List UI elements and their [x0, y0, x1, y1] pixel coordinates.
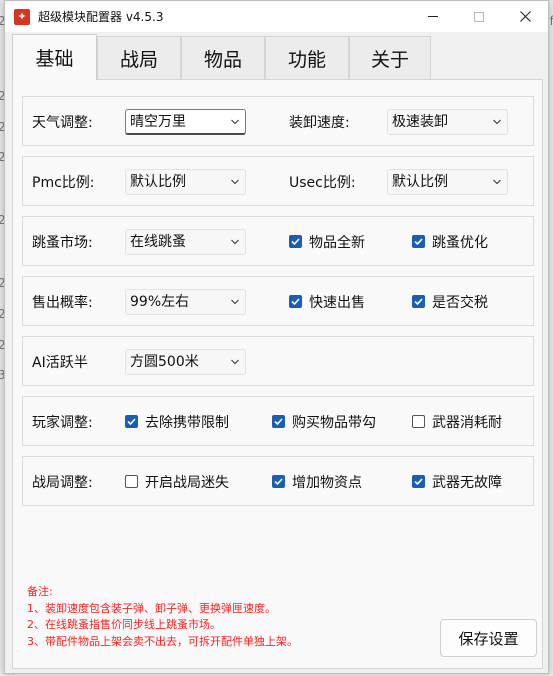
checkmark-icon: [274, 478, 283, 486]
faction-ratio-group: Pmc比例: 默认比例 Usec比例: 默认比例: [22, 156, 534, 206]
pmc-ratio-label: Pmc比例:: [32, 175, 95, 191]
weather-select[interactable]: 晴空万里: [125, 109, 246, 135]
title-bar[interactable]: ✦ 超级模块配置器 v4.5.3: [5, 1, 548, 32]
chevron-down-icon: [231, 179, 239, 185]
weather-group: 天气调整: 晴空万里 装卸速度: 极速装卸: [22, 96, 534, 146]
tab-items[interactable]: 物品: [181, 36, 265, 79]
weapon-no-jam-label: 武器无故障: [432, 475, 502, 491]
notes-title: 备注:: [27, 585, 53, 598]
checkmark-icon: [291, 238, 300, 246]
tab-about[interactable]: 关于: [349, 36, 431, 79]
pay-tax-label: 是否交税: [432, 295, 488, 311]
tab-raid[interactable]: 战局: [97, 36, 181, 79]
sell-chance-label: 售出概率:: [32, 295, 93, 311]
flea-market-label: 跳蚤市场:: [32, 235, 93, 251]
buy-item-check-label: 购买物品带勾: [292, 415, 376, 431]
usec-ratio-label: Usec比例:: [289, 175, 356, 191]
weather-select-value: 晴空万里: [130, 114, 186, 130]
load-speed-label: 装卸速度:: [289, 115, 350, 131]
raid-group: 战局调整: 开启战局迷失 增加物资点 武器无故障: [22, 456, 534, 506]
add-loot-label: 增加物资点: [292, 475, 362, 491]
raid-adjust-label: 战局调整:: [32, 475, 93, 491]
weapon-durability-checkbox[interactable]: [412, 415, 425, 428]
maximize-icon: [474, 11, 484, 22]
window-title: 超级模块配置器 v4.5.3: [38, 10, 164, 24]
minimize-icon: [428, 16, 438, 17]
raid-lost-label: 开启战局迷失: [145, 475, 229, 491]
sell-chance-select-value: 99%左右: [130, 294, 190, 310]
ai-radius-select[interactable]: 方圆500米: [125, 349, 246, 375]
add-loot-checkbox[interactable]: [272, 475, 285, 488]
item-new-label: 物品全新: [309, 235, 365, 251]
note-line: 3、带配件物品上架会卖不出去，可拆开配件单独上架。: [27, 634, 298, 648]
ai-radius-label: AI活跃半: [32, 355, 88, 371]
quick-sell-label: 快速出售: [309, 295, 365, 311]
notes-block: 备注: 1、装卸速度包含装子弹、卸子弹、更换弹匣速度。 2、在线跳蚤指售价同步线…: [27, 584, 298, 650]
flea-market-group: 跳蚤市场: 在线跳蚤 物品全新 跳蚤优化: [22, 216, 534, 266]
maximize-button[interactable]: [456, 1, 502, 32]
note-line: 2、在线跳蚤指售价同步线上跳蚤市场。: [27, 618, 221, 631]
minimize-button[interactable]: [410, 1, 456, 32]
note-line: 1、装卸速度包含装子弹、卸子弹、更换弹匣速度。: [27, 601, 276, 615]
item-new-checkbox[interactable]: [289, 235, 302, 248]
weapon-durability-label: 武器消耗耐: [432, 415, 502, 431]
tab-basic[interactable]: 基础: [12, 34, 97, 80]
ai-radius-select-value: 方圆500米: [130, 354, 199, 370]
save-settings-button[interactable]: 保存设置: [440, 619, 537, 657]
chevron-down-icon: [493, 179, 501, 185]
raid-lost-checkbox[interactable]: [125, 475, 138, 488]
chevron-down-icon: [231, 119, 239, 125]
flea-market-select-value: 在线跳蚤: [130, 234, 186, 250]
quick-sell-checkbox[interactable]: [289, 295, 302, 308]
buy-item-check-checkbox[interactable]: [272, 415, 285, 428]
flea-market-select[interactable]: 在线跳蚤: [125, 229, 246, 255]
chevron-down-icon: [493, 119, 501, 125]
checkmark-icon: [414, 478, 423, 486]
flea-optimize-checkbox[interactable]: [412, 235, 425, 248]
weapon-no-jam-checkbox[interactable]: [412, 475, 425, 488]
pmc-ratio-select[interactable]: 默认比例: [125, 169, 246, 195]
load-speed-select[interactable]: 极速装卸: [387, 109, 508, 135]
tab-content-basic: 天气调整: 晴空万里 装卸速度: 极速装卸 Pmc比例: 默认比例 Usec比例…: [12, 79, 543, 669]
usec-ratio-select[interactable]: 默认比例: [387, 169, 508, 195]
player-adjust-label: 玩家调整:: [32, 415, 93, 431]
sell-group: 售出概率: 99%左右 快速出售 是否交税: [22, 276, 534, 326]
pay-tax-checkbox[interactable]: [412, 295, 425, 308]
chevron-down-icon: [231, 299, 239, 305]
player-group: 玩家调整: 去除携带限制 购买物品带勾 武器消耗耐: [22, 396, 534, 446]
close-button[interactable]: [502, 1, 548, 32]
app-window: ✦ 超级模块配置器 v4.5.3 基础 战局 物品 功能 关于 天气调整: 晴空…: [4, 0, 549, 674]
chevron-down-icon: [231, 239, 239, 245]
checkmark-icon: [274, 418, 283, 426]
load-speed-select-value: 极速装卸: [392, 114, 448, 130]
flea-optimize-label: 跳蚤优化: [432, 235, 488, 251]
app-icon: ✦: [14, 9, 30, 25]
chevron-down-icon: [231, 359, 239, 365]
pmc-ratio-select-value: 默认比例: [130, 174, 186, 190]
checkmark-icon: [127, 418, 136, 426]
close-icon: [519, 11, 531, 22]
sell-chance-select[interactable]: 99%左右: [125, 289, 246, 315]
checkmark-icon: [414, 238, 423, 246]
usec-ratio-select-value: 默认比例: [392, 174, 448, 190]
weather-label: 天气调整:: [32, 115, 93, 131]
remove-carry-limit-checkbox[interactable]: [125, 415, 138, 428]
remove-carry-limit-label: 去除携带限制: [145, 415, 229, 431]
checkmark-icon: [291, 298, 300, 306]
checkmark-icon: [414, 298, 423, 306]
ai-group: AI活跃半 方圆500米: [22, 336, 534, 386]
tab-features[interactable]: 功能: [265, 36, 349, 79]
